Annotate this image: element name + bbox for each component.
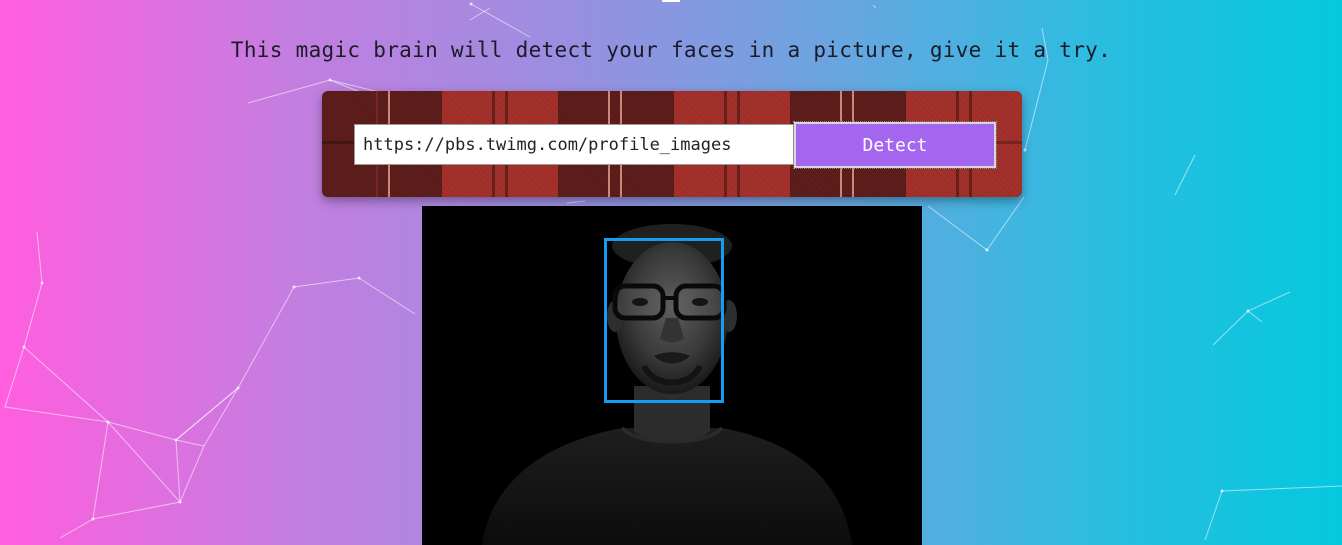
image-url-input[interactable] — [354, 124, 794, 165]
page-tagline: This magic brain will detect your faces … — [230, 38, 1112, 62]
image-url-form: Detect — [322, 91, 1022, 197]
face-detection-box — [604, 238, 724, 403]
detect-button[interactable]: Detect — [793, 121, 997, 169]
top-logo-fragment — [662, 0, 680, 2]
result-image — [422, 206, 922, 545]
